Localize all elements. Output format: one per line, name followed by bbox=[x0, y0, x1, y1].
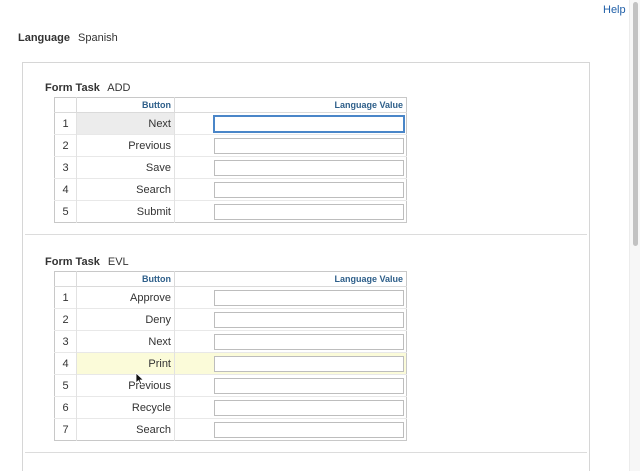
row-language-value bbox=[174, 352, 407, 375]
language-value-input[interactable] bbox=[214, 181, 404, 198]
language-value-input[interactable] bbox=[214, 355, 404, 372]
form-task-value: EVL bbox=[107, 256, 129, 268]
row-button-name: Print bbox=[76, 352, 175, 375]
row-button-name: Next bbox=[76, 330, 175, 353]
language-value-input[interactable] bbox=[214, 377, 404, 394]
row-button-name: Search bbox=[76, 178, 175, 201]
table-row[interactable]: 3 Next bbox=[54, 330, 407, 353]
column-header-button: Button bbox=[76, 271, 175, 287]
table-header-row: Button Language Value bbox=[54, 271, 407, 287]
language-value-input[interactable] bbox=[214, 203, 404, 220]
row-language-value bbox=[174, 418, 407, 441]
row-language-value bbox=[174, 286, 407, 309]
language-value-input[interactable] bbox=[214, 311, 404, 328]
row-number: 3 bbox=[54, 330, 77, 353]
language-value-input[interactable] bbox=[214, 399, 404, 416]
row-language-value bbox=[174, 134, 407, 157]
form-task-value: ADD bbox=[107, 82, 131, 94]
row-number: 2 bbox=[54, 308, 77, 331]
row-number: 6 bbox=[54, 396, 77, 419]
row-button-name: Previous bbox=[76, 134, 175, 157]
table-row[interactable]: 5 Submit bbox=[54, 200, 407, 223]
table-row[interactable]: 4 Print bbox=[54, 352, 407, 375]
row-button-name: Save bbox=[76, 156, 175, 179]
row-number: 1 bbox=[54, 112, 77, 135]
row-button-name: Recycle bbox=[76, 396, 175, 419]
mouse-pointer-icon bbox=[135, 372, 144, 385]
section-divider bbox=[25, 452, 587, 453]
row-number: 5 bbox=[54, 374, 77, 397]
language-value-input[interactable] bbox=[214, 289, 404, 306]
table-row[interactable]: 1 Approve bbox=[54, 286, 407, 309]
row-number: 3 bbox=[54, 156, 77, 179]
form-tasks-panel: Form Task ADD Button Language Value 1 Ne… bbox=[22, 62, 590, 471]
row-language-value bbox=[174, 200, 407, 223]
vertical-scrollbar[interactable] bbox=[629, 0, 640, 471]
row-button-name: Submit bbox=[76, 200, 175, 223]
row-button-name: Approve bbox=[76, 286, 175, 309]
table-row[interactable]: 5 Previous bbox=[54, 374, 407, 397]
column-header-number bbox=[54, 97, 77, 113]
form-task-header-add: Form Task ADD bbox=[45, 82, 131, 94]
form-task-label: Form Task bbox=[45, 256, 100, 268]
language-value-input[interactable] bbox=[214, 159, 404, 176]
form-task-label: Form Task bbox=[45, 82, 100, 94]
scrollbar-thumb[interactable] bbox=[633, 2, 638, 246]
language-value: Spanish bbox=[78, 32, 118, 44]
row-language-value bbox=[174, 178, 407, 201]
column-header-language-value: Language Value bbox=[174, 97, 407, 113]
table-row[interactable]: 6 Recycle bbox=[54, 396, 407, 419]
language-value-input[interactable] bbox=[214, 115, 404, 132]
row-language-value bbox=[174, 308, 407, 331]
button-language-table-add: Button Language Value 1 Next 2 Previous … bbox=[54, 97, 407, 223]
row-language-value bbox=[174, 374, 407, 397]
language-value-input[interactable] bbox=[214, 137, 404, 154]
row-button-name: Next bbox=[76, 112, 175, 135]
form-task-header-evl: Form Task EVL bbox=[45, 256, 129, 268]
table-row[interactable]: 1 Next bbox=[54, 112, 407, 135]
column-header-language-value: Language Value bbox=[174, 271, 407, 287]
column-header-number bbox=[54, 271, 77, 287]
row-language-value bbox=[174, 330, 407, 353]
row-language-value bbox=[174, 396, 407, 419]
button-language-table-evl: Button Language Value 1 Approve 2 Deny 3 bbox=[54, 271, 407, 441]
table-row[interactable]: 3 Save bbox=[54, 156, 407, 179]
language-value-input[interactable] bbox=[214, 421, 404, 438]
row-button-name: Search bbox=[76, 418, 175, 441]
row-number: 4 bbox=[54, 178, 77, 201]
language-label: Language bbox=[18, 32, 70, 44]
row-language-value bbox=[174, 156, 407, 179]
row-button-name: Deny bbox=[76, 308, 175, 331]
row-number: 4 bbox=[54, 352, 77, 375]
column-header-button: Button bbox=[76, 97, 175, 113]
row-button-name: Previous bbox=[76, 374, 175, 397]
table-row[interactable]: 2 Previous bbox=[54, 134, 407, 157]
table-header-row: Button Language Value bbox=[54, 97, 407, 113]
row-number: 2 bbox=[54, 134, 77, 157]
row-number: 1 bbox=[54, 286, 77, 309]
table-row[interactable]: 7 Search bbox=[54, 418, 407, 441]
language-value-input[interactable] bbox=[214, 333, 404, 350]
help-link[interactable]: Help bbox=[603, 4, 626, 16]
row-number: 5 bbox=[54, 200, 77, 223]
table-row[interactable]: 2 Deny bbox=[54, 308, 407, 331]
page: Help Language Spanish Form Task ADD Butt… bbox=[0, 0, 640, 471]
row-language-value bbox=[174, 112, 407, 135]
row-number: 7 bbox=[54, 418, 77, 441]
section-divider bbox=[25, 234, 587, 235]
table-row[interactable]: 4 Search bbox=[54, 178, 407, 201]
language-row: Language Spanish bbox=[18, 32, 118, 44]
